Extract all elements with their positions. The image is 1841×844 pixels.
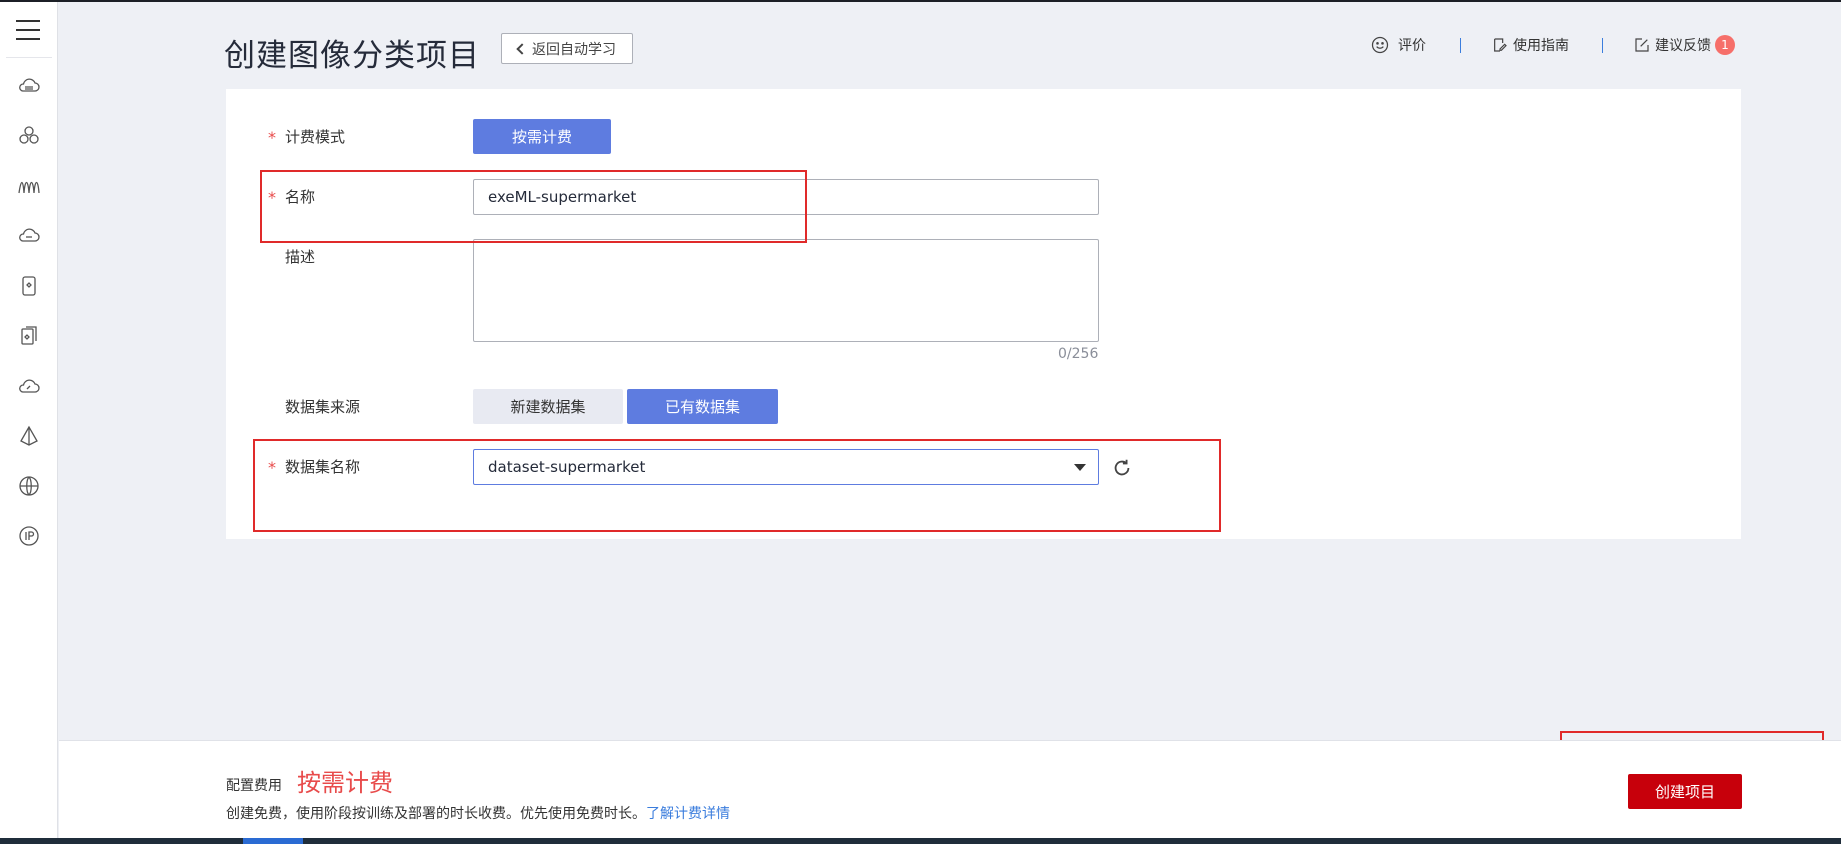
highlight-name-box — [260, 170, 807, 243]
cluster-icon[interactable] — [17, 124, 41, 148]
billing-label: 计费模式 — [285, 128, 346, 146]
rating-link[interactable]: 评价 — [1370, 33, 1426, 57]
sidebar — [0, 2, 58, 838]
pyramid-icon[interactable] — [17, 424, 41, 448]
highlight-dataset-box — [253, 439, 1221, 532]
smile-icon — [1371, 36, 1389, 54]
fee-description-text: 创建免费，使用阶段按训练及部署的时长收费。优先使用免费时长。 — [226, 806, 646, 822]
device-icon[interactable] — [17, 274, 41, 298]
cloud-icon[interactable] — [17, 74, 41, 98]
create-project-button[interactable]: 创建项目 — [1628, 774, 1742, 809]
rating-label: 评价 — [1398, 38, 1426, 54]
docs-icon[interactable] — [17, 324, 41, 348]
fee-value: 按需计费 — [297, 769, 393, 797]
guide-link[interactable]: 使用指南 — [1492, 33, 1569, 57]
feedback-link[interactable]: 建议反馈 1 — [1634, 33, 1735, 57]
edit-doc-icon — [1494, 38, 1507, 52]
chevron-left-icon — [516, 42, 528, 55]
guide-label: 使用指南 — [1513, 38, 1569, 54]
dataset-source-existing[interactable]: 已有数据集 — [627, 389, 778, 424]
back-button-label: 返回自动学习 — [532, 41, 616, 58]
wave-icon[interactable] — [17, 174, 41, 198]
footer-bar: 配置费用 按需计费 创建免费，使用阶段按训练及部署的时长收费。优先使用免费时长。… — [59, 740, 1841, 838]
ip-icon[interactable] — [17, 524, 41, 548]
taskbar-strip — [0, 838, 1841, 844]
billing-option-on-demand[interactable]: 按需计费 — [473, 119, 611, 154]
globe-icon[interactable] — [17, 474, 41, 498]
top-border — [0, 0, 1841, 2]
sidebar-divider — [6, 57, 52, 58]
feedback-label: 建议反馈 — [1655, 38, 1711, 54]
fee-label: 配置费用 — [226, 778, 282, 794]
dataset-source-new[interactable]: 新建数据集 — [473, 389, 623, 424]
header-divider — [1602, 38, 1603, 53]
back-button[interactable]: 返回自动学习 — [501, 33, 633, 64]
page-title: 创建图像分类项目 — [224, 38, 480, 74]
required-mark: * — [268, 128, 276, 147]
description-textarea[interactable] — [473, 239, 1099, 342]
feedback-count-badge: 1 — [1715, 35, 1735, 55]
fee-description: 创建免费，使用阶段按训练及部署的时长收费。优先使用免费时长。了解计费详情 — [226, 803, 730, 823]
description-counter: 0/256 — [1058, 346, 1099, 362]
description-label: 描述 — [285, 248, 316, 266]
header-divider — [1460, 38, 1461, 53]
cloud-gauge-icon[interactable] — [17, 374, 41, 398]
taskbar-active-segment — [243, 838, 303, 844]
fee-details-link[interactable]: 了解计费详情 — [646, 806, 730, 822]
dataset-source-label: 数据集来源 — [285, 398, 361, 416]
menu-icon[interactable] — [16, 20, 40, 40]
database-icon[interactable] — [17, 224, 41, 248]
feedback-icon — [1635, 38, 1649, 52]
